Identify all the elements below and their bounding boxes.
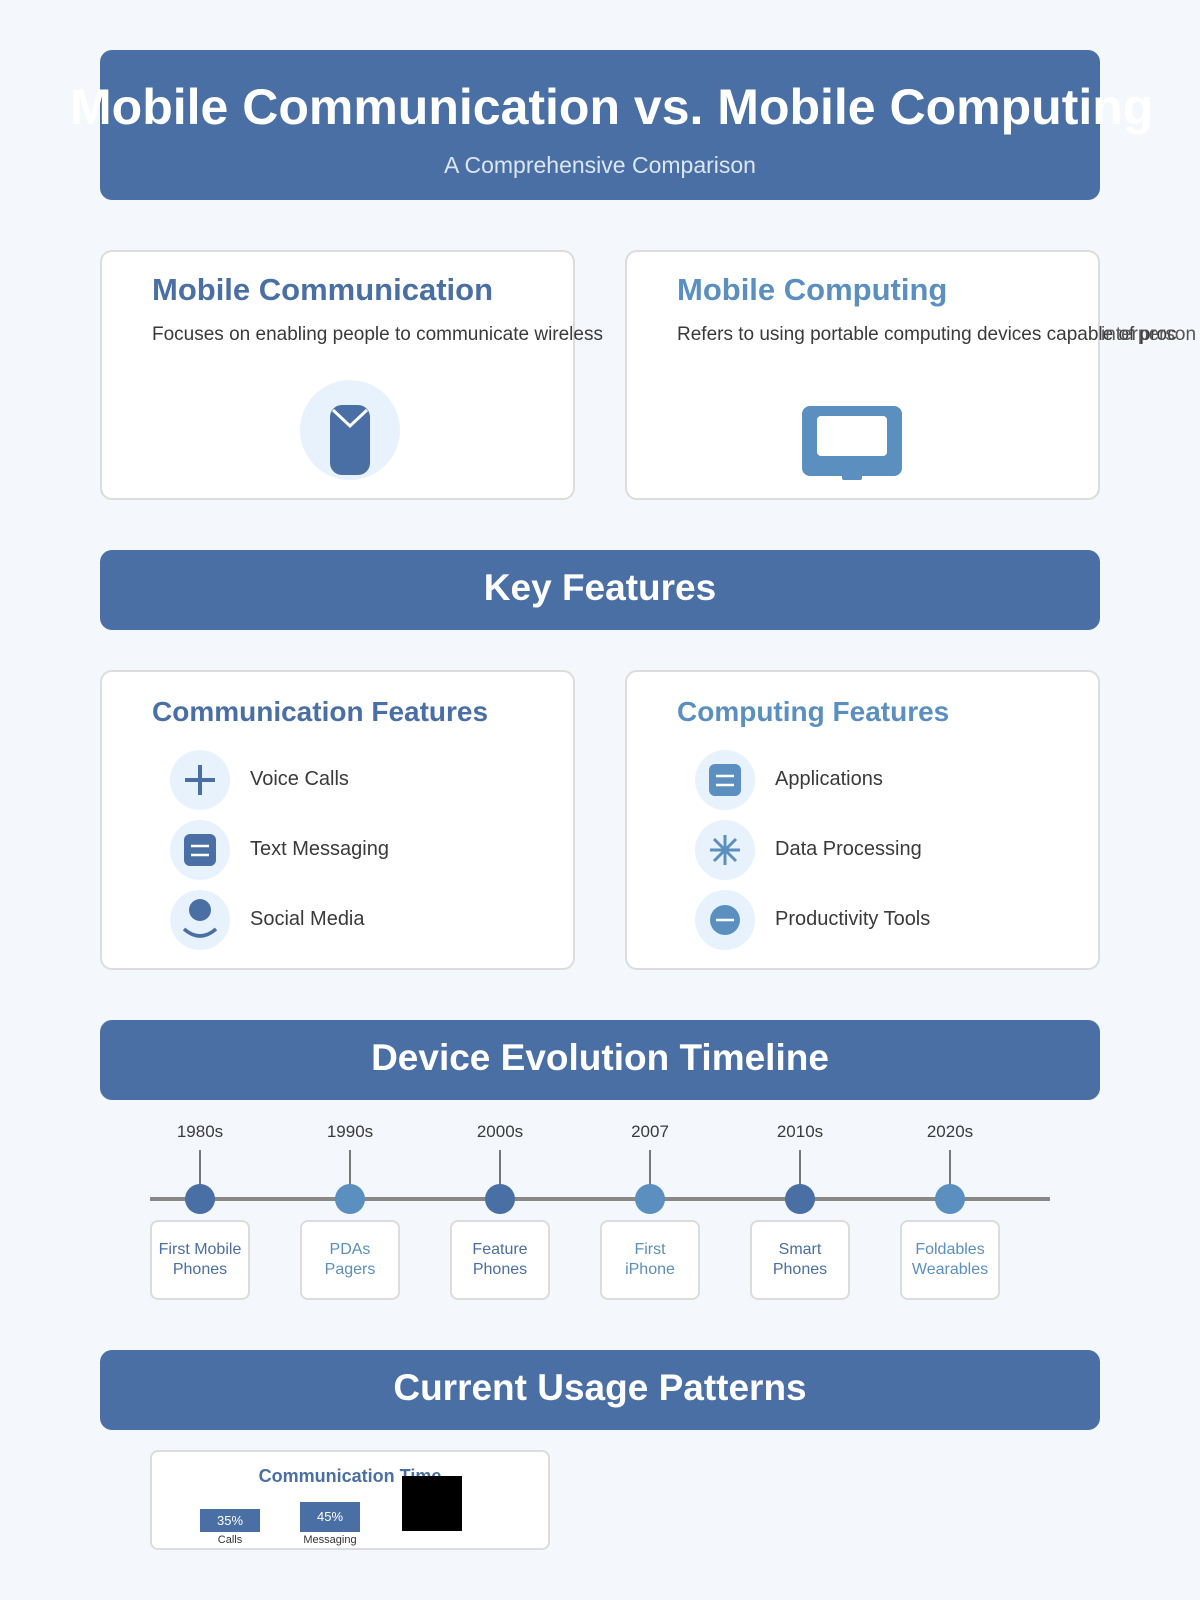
timeline-label-line2: Phones: [772, 1261, 828, 1278]
timeline-year: 1980s: [176, 1122, 224, 1141]
feature-item: Applications: [695, 750, 1095, 810]
app-icon: [695, 750, 755, 810]
usage-bar: 35%: [200, 1509, 260, 1532]
key-features-banner: Key Features: [100, 550, 1100, 630]
communication-description: Focuses on enabling people to communicat…: [152, 324, 603, 345]
timeline-label-line2: Wearables: [911, 1261, 989, 1278]
usage-title: Communication Time: [258, 1466, 442, 1486]
timeline-label-box: Foldables Wearables: [900, 1220, 1000, 1300]
computing-description-overflow: interperson: [1101, 324, 1197, 345]
timeline-label-line2: iPhone: [625, 1261, 675, 1278]
usage-bar-label: Calls: [217, 1534, 243, 1546]
timeline-label-box: PDAs Pagers: [300, 1220, 400, 1300]
message-icon: [170, 820, 230, 880]
page-subtitle: A Comprehensive Comparison: [444, 152, 756, 178]
timeline-axis: [150, 1197, 1050, 1201]
timeline-label-line1: Feature: [472, 1241, 528, 1258]
timeline-label-box: First Mobile Phones: [150, 1220, 250, 1300]
timeline-dot: [635, 1184, 665, 1214]
feature-item: Voice Calls: [170, 750, 570, 810]
feature-label: Applications: [775, 768, 883, 790]
timeline-year: 2007: [631, 1122, 669, 1141]
communication-heading: Mobile Communication: [152, 272, 493, 307]
timeline-label-line2: Pagers: [324, 1261, 376, 1278]
computing-overview-card: Mobile Computing Refers to using portabl…: [625, 250, 1196, 500]
timeline-year: 2000s: [476, 1122, 524, 1141]
timeline-label-line1: Foldables: [915, 1241, 985, 1258]
timeline-label-line1: First: [634, 1241, 666, 1258]
communication-overview-card: Mobile Communication Focuses on enabling…: [100, 250, 603, 500]
timeline-label-line1: Smart: [778, 1241, 822, 1258]
timeline-label-line1: First Mobile: [158, 1241, 242, 1258]
timeline-year: 2020s: [926, 1122, 974, 1141]
plus-icon: [170, 750, 230, 810]
timeline-dot: [335, 1184, 365, 1214]
page-title: Mobile Communication vs. Mobile Computin…: [70, 79, 1154, 135]
usage-bar: 45%: [300, 1502, 360, 1532]
timeline-label-box: Feature Phones: [450, 1220, 550, 1300]
phone-icon: [300, 380, 400, 480]
timeline-label-line2: Phones: [472, 1261, 528, 1278]
usage-card: Communication Time 35% Calls 45% Messaging: [150, 1450, 550, 1550]
timeline-dot: [935, 1184, 965, 1214]
usage-banner: Current Usage Patterns: [100, 1350, 1100, 1430]
feature-item: Social Media: [170, 890, 570, 950]
minus-circle-icon: [695, 890, 755, 950]
feature-item: Productivity Tools: [695, 890, 1095, 950]
header-banner: Mobile Communication vs. Mobile Computin…: [70, 50, 1153, 200]
asterisk-icon: [695, 820, 755, 880]
communication-features-heading: Communication Features: [152, 696, 489, 727]
computing-heading: Mobile Computing: [677, 272, 948, 307]
feature-item: Text Messaging: [170, 820, 570, 880]
timeline-label-box: First iPhone: [600, 1220, 700, 1300]
redacted-block: [402, 1476, 462, 1531]
timeline-dot: [785, 1184, 815, 1214]
timeline-year: 1990s: [326, 1122, 374, 1141]
timeline-label-line2: Phones: [172, 1261, 228, 1278]
feature-label: Text Messaging: [250, 838, 389, 860]
computing-features-card: Computing Features Applications Data Pro…: [625, 670, 1100, 970]
feature-label: Productivity Tools: [775, 908, 931, 930]
person-icon: [170, 890, 230, 950]
timeline-label-box: Smart Phones: [750, 1220, 850, 1300]
timeline-label-line1: PDAs: [329, 1241, 371, 1258]
feature-label: Social Media: [250, 908, 365, 930]
feature-item: Data Processing: [695, 820, 1095, 880]
feature-label: Data Processing: [775, 838, 922, 860]
feature-label: Voice Calls: [250, 768, 349, 790]
timeline-banner: Device Evolution Timeline: [100, 1020, 1100, 1100]
communication-features-card: Communication Features Voice Calls Text …: [100, 670, 575, 970]
timeline-dot: [185, 1184, 215, 1214]
usage-bar-label: Messaging: [303, 1534, 357, 1546]
timeline-year: 2010s: [776, 1122, 824, 1141]
timeline-dot: [485, 1184, 515, 1214]
timeline: 1980s First Mobile Phones 1990s PDAs Pagers 20…: [100, 1110, 1100, 1310]
computing-features-heading: Computing Features: [677, 696, 950, 727]
monitor-icon: [802, 406, 902, 486]
